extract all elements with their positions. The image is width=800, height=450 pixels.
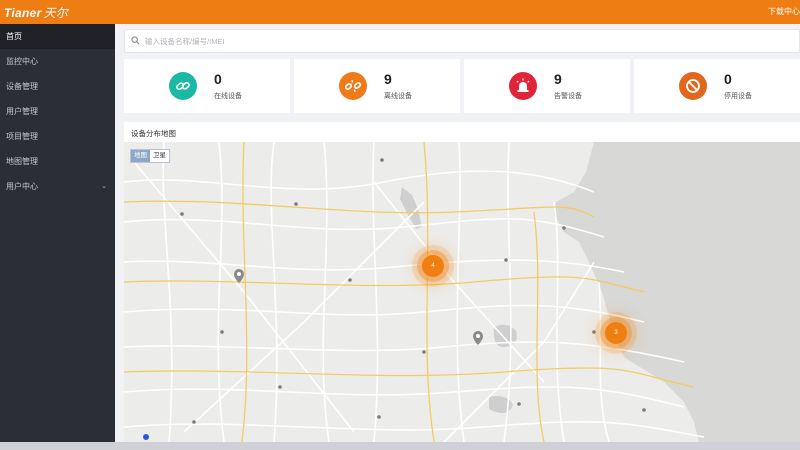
lake [489, 396, 513, 414]
search-input[interactable] [145, 33, 785, 49]
map-title: 设备分布地图 [131, 129, 176, 138]
stat-value: 0 [214, 71, 222, 87]
stat-value: 0 [724, 71, 732, 87]
sidebar-item-label: 监控中心 [6, 57, 38, 66]
sidebar-item-user-center[interactable]: 用户中心 ⌄ [0, 174, 115, 199]
lake [493, 324, 517, 348]
map-type-option[interactable]: 卫星 [150, 150, 169, 162]
map-pin-icon[interactable] [234, 269, 244, 283]
logo[interactable]: Tianer 天尔 [4, 4, 68, 21]
logo-text: Tianer [4, 6, 42, 20]
search-icon [131, 36, 140, 45]
link-icon [176, 81, 190, 91]
stat-card-disabled[interactable]: 0 停用设备 [634, 59, 800, 113]
stat-icon-bg [339, 72, 367, 100]
alarm-light-icon [516, 78, 530, 92]
download-center-link[interactable]: 下载中心 [768, 6, 800, 17]
window-bottom-bar [0, 442, 800, 450]
stat-card-online[interactable]: 0 在线设备 [124, 59, 290, 113]
sidebar-item-home[interactable]: 首页 [0, 24, 115, 49]
device-cluster-marker[interactable]: 4 [422, 255, 444, 277]
sidebar-item-users[interactable]: 用户管理 [0, 99, 115, 124]
sidebar-item-label: 设备管理 [6, 82, 38, 91]
search-box [124, 29, 800, 53]
map-pin-icon[interactable] [473, 331, 483, 345]
map-panel: 设备分布地图 地图 卫星 4 3 [124, 122, 800, 442]
sidebar-item-label: 用户管理 [6, 107, 38, 116]
stat-label: 在线设备 [214, 93, 242, 100]
stat-value: 9 [554, 71, 562, 87]
logo-cn-text: 天尔 [43, 6, 69, 20]
map-type-toggle: 地图 卫星 [130, 149, 170, 163]
sidebar: 首页 监控中心 设备管理 用户管理 项目管理 地图管理 用户中心 ⌄ [0, 24, 115, 442]
broken-link-icon [345, 79, 361, 93]
map-base [124, 142, 800, 442]
stat-card-alarm[interactable]: 9 告警设备 [464, 59, 630, 113]
sidebar-item-label: 项目管理 [6, 132, 38, 141]
stat-card-offline[interactable]: 9 离线设备 [294, 59, 460, 113]
sea-area [554, 142, 800, 442]
stat-label: 停用设备 [724, 93, 752, 100]
main-content: 0 在线设备 9 离线设备 9 告警设备 0 停用设备 设备分布地图 [115, 24, 800, 442]
location-dot [143, 434, 149, 440]
stat-icon-bg [509, 72, 537, 100]
stat-label: 离线设备 [384, 93, 412, 100]
sidebar-item-maps[interactable]: 地图管理 [0, 149, 115, 174]
chevron-down-icon: ⌄ [101, 183, 107, 190]
sidebar-item-label: 地图管理 [6, 157, 38, 166]
sidebar-item-projects[interactable]: 项目管理 [0, 124, 115, 149]
ban-icon [686, 79, 700, 93]
stat-icon-bg [679, 72, 707, 100]
stat-icon-bg [169, 72, 197, 100]
map-type-option[interactable]: 地图 [131, 150, 150, 162]
sidebar-item-monitor[interactable]: 监控中心 [0, 49, 115, 74]
stat-value: 9 [384, 71, 392, 87]
stat-label: 告警设备 [554, 93, 582, 100]
sidebar-item-label: 用户中心 [6, 182, 38, 191]
device-cluster-marker[interactable]: 3 [605, 322, 627, 344]
sidebar-item-label: 首页 [6, 32, 22, 41]
sidebar-item-devices[interactable]: 设备管理 [0, 74, 115, 99]
top-bar: Tianer 天尔 下载中心 [0, 0, 800, 24]
device-map[interactable]: 地图 卫星 4 3 [124, 142, 800, 442]
